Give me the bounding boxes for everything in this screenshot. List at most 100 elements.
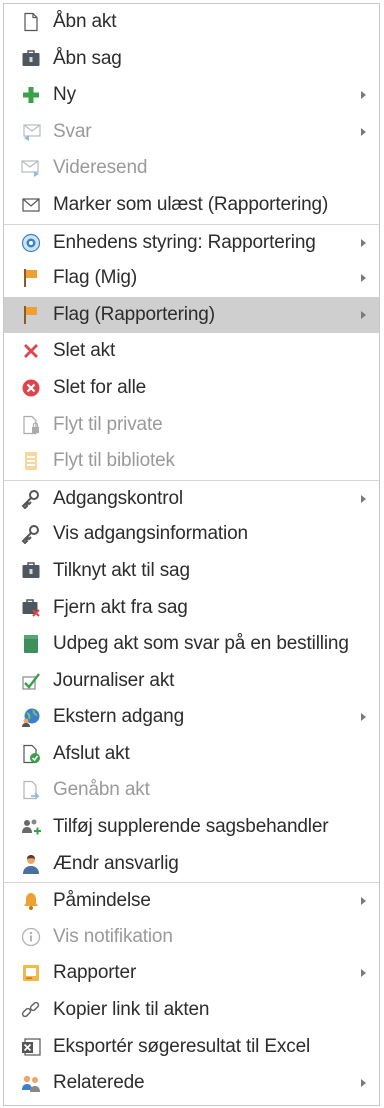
- submenu-arrow-icon: [361, 969, 366, 978]
- plus-icon: [21, 85, 41, 105]
- menu-item-label: Udpeg akt som svar på en bestilling: [53, 633, 349, 655]
- menu-item-related[interactable]: Relaterede: [4, 1065, 379, 1102]
- menu-item-label: Vis adgangsinformation: [53, 523, 248, 545]
- menu-item-close-document[interactable]: Afslut akt: [4, 736, 379, 773]
- globe-user-icon: [21, 707, 41, 728]
- menu-item-copy-link[interactable]: Kopier link til akten: [4, 992, 379, 1029]
- red-x-icon: [21, 341, 41, 361]
- menu-item-flag-reporting[interactable]: Flag (Rapportering): [4, 296, 379, 334]
- menu-item-show-notification[interactable]: Vis notifikation: [4, 919, 379, 956]
- menu-item-label: Adgangskontrol: [53, 487, 183, 509]
- menu-item-label: Ekstern adgang: [53, 706, 184, 728]
- menu-item-label: Tilføj supplerende sagsbehandler: [53, 816, 329, 838]
- menu-item-label: Åbn akt: [53, 11, 117, 32]
- context-menu: Åbn akt Åbn sag Ny Svar Videresend Marke…: [3, 3, 380, 1106]
- menu-item-journalize[interactable]: Journaliser akt: [4, 663, 379, 700]
- menu-item-label: Slet for alle: [53, 376, 147, 398]
- info-icon: [21, 927, 41, 947]
- submenu-arrow-icon: [361, 713, 366, 722]
- menu-item-label: Vis notifikation: [53, 925, 173, 947]
- submenu-arrow-icon: [361, 494, 366, 503]
- checkmark-icon: [21, 671, 41, 691]
- submenu-arrow-icon: [361, 274, 366, 283]
- menu-item-forward[interactable]: Videresend: [4, 150, 379, 187]
- flag-icon: [21, 268, 41, 288]
- menu-item-reply[interactable]: Svar: [4, 114, 379, 151]
- menu-item-open-case[interactable]: Åbn sag: [4, 41, 379, 78]
- menu-item-label: Tilknyt akt til sag: [53, 559, 190, 581]
- flag-icon: [21, 305, 41, 325]
- menu-item-label: Flag (Mig): [53, 267, 138, 289]
- menu-item-label: Slet akt: [53, 340, 116, 362]
- case-remove-icon: [21, 598, 41, 618]
- document-reopen-icon: [21, 780, 41, 801]
- menu-item-remove-from-case[interactable]: Fjern akt fra sag: [4, 590, 379, 627]
- menu-item-label: Ændr ansvarlig: [53, 852, 179, 874]
- users-icon: [21, 1073, 41, 1093]
- menu-item-label: Marker som ulæst (Rapportering): [53, 193, 329, 215]
- menu-item-mark-unread[interactable]: Marker som ulæst (Rapportering): [4, 187, 379, 224]
- key-icon: [21, 524, 41, 545]
- envelope-icon: [21, 195, 41, 215]
- menu-item-label: Relaterede: [53, 1072, 145, 1094]
- menu-item-label: Fjern akt fra sag: [53, 596, 188, 618]
- submenu-arrow-icon: [361, 1079, 366, 1088]
- submenu-arrow-icon: [361, 897, 366, 906]
- menu-item-open-document[interactable]: Åbn akt: [4, 4, 379, 41]
- menu-item-reports[interactable]: Rapporter: [4, 955, 379, 992]
- lock-document-icon: [21, 415, 41, 435]
- menu-item-access-control[interactable]: Adgangskontrol: [4, 479, 379, 517]
- menu-item-label: Eksportér søgeresultat til Excel: [53, 1035, 311, 1057]
- bell-icon: [21, 891, 41, 911]
- menu-item-label: Journaliser akt: [53, 669, 175, 691]
- link-icon: [21, 1000, 41, 1020]
- menu-item-label: Åbn sag: [53, 47, 122, 69]
- case-icon: [21, 561, 41, 581]
- menu-item-change-responsible[interactable]: Ændr ansvarlig: [4, 846, 379, 883]
- user-icon: [21, 854, 41, 874]
- menu-item-label: Enhedens styring: Rapportering: [53, 231, 316, 253]
- menu-item-add-caseworker[interactable]: Tilføj supplerende sagsbehandler: [4, 809, 379, 846]
- submenu-arrow-icon: [361, 91, 366, 100]
- menu-item-label: Kopier link til akten: [53, 999, 210, 1021]
- eye-icon: [21, 233, 41, 253]
- library-icon: [21, 451, 41, 471]
- document-icon: [21, 12, 41, 32]
- menu-item-label: Genåbn akt: [53, 779, 150, 801]
- menu-item-label: Rapporter: [53, 962, 137, 984]
- menu-item-delete-for-all[interactable]: Slet for alle: [4, 370, 379, 407]
- menu-item-label: Flag (Rapportering): [53, 303, 215, 325]
- submenu-arrow-icon: [361, 238, 366, 247]
- document-check-icon: [21, 744, 41, 764]
- menu-item-attach-to-case[interactable]: Tilknyt akt til sag: [4, 553, 379, 590]
- case-icon: [21, 49, 41, 69]
- key-icon: [21, 489, 41, 509]
- submenu-arrow-icon: [361, 310, 366, 319]
- menu-item-reminder[interactable]: Påmindelse: [4, 882, 379, 919]
- menu-item-label: Afslut akt: [53, 742, 130, 764]
- delete-circle-icon: [21, 378, 41, 398]
- menu-item-external-access[interactable]: Ekstern adgang: [4, 699, 379, 736]
- menu-item-label: Ny: [53, 84, 76, 106]
- green-document-icon: [21, 634, 41, 654]
- excel-icon: [21, 1037, 41, 1057]
- add-users-icon: [21, 817, 41, 837]
- menu-item-show-access-info[interactable]: Vis adgangsinformation: [4, 516, 379, 553]
- menu-item-export-excel[interactable]: Eksportér søgeresultat til Excel: [4, 1029, 379, 1066]
- menu-item-unit-control[interactable]: Enhedens styring: Rapportering: [4, 223, 379, 261]
- menu-item-new[interactable]: Ny: [4, 77, 379, 114]
- menu-item-move-to-library[interactable]: Flyt til bibliotek: [4, 443, 379, 480]
- menu-item-label: Flyt til private: [53, 413, 163, 435]
- menu-item-label: Påmindelse: [53, 890, 151, 912]
- menu-item-move-to-private[interactable]: Flyt til private: [4, 407, 379, 444]
- menu-item-reopen-document[interactable]: Genåbn akt: [4, 772, 379, 809]
- reply-mail-icon: [21, 122, 41, 142]
- menu-item-flag-me[interactable]: Flag (Mig): [4, 260, 379, 297]
- menu-item-label: Videresend: [53, 157, 148, 179]
- menu-item-label: Svar: [53, 120, 92, 142]
- menu-item-delete-document[interactable]: Slet akt: [4, 333, 379, 370]
- report-icon: [21, 963, 41, 983]
- menu-item-designate-reply[interactable]: Udpeg akt som svar på en bestilling: [4, 626, 379, 663]
- menu-item-label: Flyt til bibliotek: [53, 450, 175, 472]
- forward-mail-icon: [21, 158, 41, 178]
